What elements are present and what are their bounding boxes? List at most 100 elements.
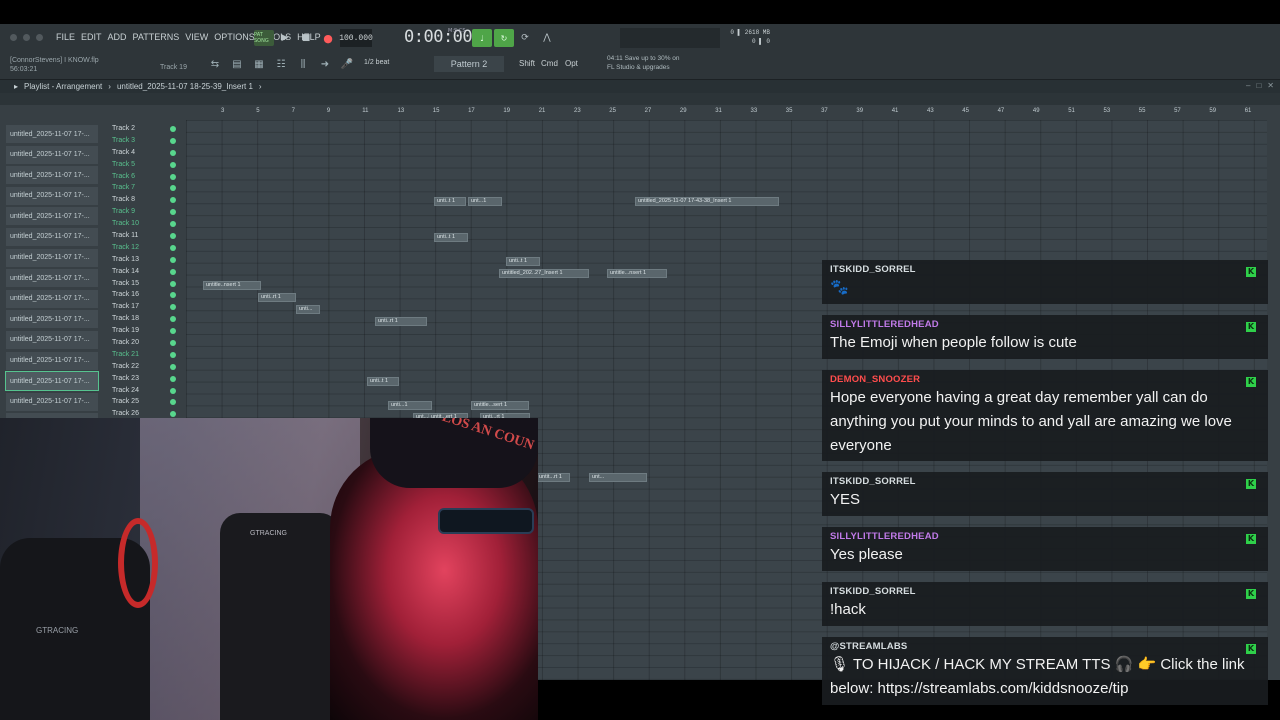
piano-roll-icon[interactable]: ▦	[250, 55, 268, 73]
track-mute-led[interactable]	[170, 149, 176, 156]
menu-view[interactable]: VIEW	[185, 32, 208, 42]
metronome-icon[interactable]: ♩	[472, 29, 492, 47]
track-header[interactable]: Track 11	[112, 230, 184, 242]
track-header[interactable]: Track 16	[112, 289, 184, 301]
track-header[interactable]: Track 8	[112, 194, 184, 206]
track-mute-led[interactable]	[170, 173, 176, 180]
track-mute-led[interactable]	[170, 244, 176, 251]
pattern-clip[interactable]: unti...1	[388, 401, 432, 410]
mixer-icon[interactable]: ⫼	[294, 55, 312, 73]
wait-input-icon[interactable]: ↻	[494, 29, 514, 47]
countdown-icon[interactable]: ⟳	[516, 30, 534, 46]
record-button[interactable]: ●	[320, 30, 336, 46]
track-mute-led[interactable]	[170, 256, 176, 263]
pattern-clip[interactable]: untitled_202..27_Insert 1	[499, 269, 589, 278]
track-mute-led[interactable]	[170, 292, 176, 299]
arrangement-name[interactable]: untitled_2025-11-07 18-25-39_Insert 1	[117, 82, 253, 91]
track-header[interactable]: Track 14	[112, 266, 184, 278]
pattern-clip[interactable]: unti..t 1	[434, 197, 466, 206]
menu-file[interactable]: FILE	[56, 32, 75, 42]
pattern-item[interactable]: untitled_2025-11-07 17-...	[6, 269, 98, 288]
track-header[interactable]: Track 13	[112, 254, 184, 266]
channel-rack-icon[interactable]: ☷	[272, 55, 290, 73]
mic-icon[interactable]: 🎤	[338, 55, 356, 73]
close-icon[interactable]: ✕	[1267, 81, 1274, 90]
pattern-item[interactable]: untitled_2025-11-07 17-...	[6, 330, 98, 349]
track-header[interactable]: Track 17	[112, 301, 184, 313]
pattern-clip[interactable]: unti...	[296, 305, 320, 314]
pattern-clip[interactable]: untitled_2025-11-07 17-43-38_Insert 1	[635, 197, 779, 206]
track-header[interactable]: Track 6	[112, 171, 184, 183]
playlist-icon[interactable]: ▤	[228, 55, 246, 73]
track-mute-led[interactable]	[170, 363, 176, 370]
track-header[interactable]: Track 9	[112, 206, 184, 218]
minimize-icon[interactable]: –	[1246, 81, 1250, 90]
track-mute-led[interactable]	[170, 340, 176, 347]
stop-button[interactable]: ■	[298, 30, 314, 46]
pattern-clip[interactable]: unt...	[589, 473, 647, 482]
track-header[interactable]: Track 7	[112, 182, 184, 194]
track-header[interactable]: Track 5	[112, 159, 184, 171]
track-header[interactable]: Track 3	[112, 135, 184, 147]
promo-news[interactable]: 04:11 Save up to 30% on FL Studio & upgr…	[607, 54, 680, 72]
menu-options[interactable]: OPTIONS	[214, 32, 255, 42]
pattern-clip[interactable]: unti..rt 1	[258, 293, 296, 302]
track-mute-led[interactable]	[170, 399, 176, 406]
pattern-item[interactable]: untitled_2025-11-07 17-...	[6, 186, 98, 205]
pattern-item[interactable]: untitled_2025-11-07 17-...	[6, 392, 98, 411]
pattern-item[interactable]: untitled_2025-11-07 17-...	[6, 289, 98, 308]
track-header[interactable]: Track 21	[112, 349, 184, 361]
track-mute-led[interactable]	[170, 387, 176, 394]
tempo-display[interactable]: 100.000	[339, 29, 373, 47]
track-mute-led[interactable]	[170, 280, 176, 287]
track-header[interactable]: Track 25	[112, 396, 184, 408]
pattern-clip[interactable]: unti..t 1	[506, 257, 540, 266]
track-header[interactable]: Track 24	[112, 385, 184, 397]
track-header[interactable]: Track 12	[112, 242, 184, 254]
pattern-item[interactable]: untitled_2025-11-07 17-...	[6, 310, 98, 329]
recent-files-icon[interactable]: ⇆	[206, 55, 224, 73]
playlist-arrow-icon[interactable]: ▸	[14, 82, 18, 91]
track-header[interactable]: Track 23	[112, 373, 184, 385]
track-mute-led[interactable]	[170, 375, 176, 382]
pattern-clip[interactable]: unti..t 1	[367, 377, 399, 386]
pattern-clip[interactable]: untitle..nsert 1	[203, 281, 261, 290]
track-header[interactable]: Track 22	[112, 361, 184, 373]
track-mute-led[interactable]	[170, 411, 176, 418]
pattern-item[interactable]: untitled_2025-11-07 17-...	[5, 371, 99, 392]
track-mute-led[interactable]	[170, 221, 176, 228]
pattern-clip[interactable]: untitle...sert 1	[471, 401, 529, 410]
pattern-clip[interactable]: unti..t 1	[434, 233, 468, 242]
track-mute-led[interactable]	[170, 197, 176, 204]
pattern-item[interactable]: untitled_2025-11-07 17-...	[6, 351, 98, 370]
track-mute-led[interactable]	[170, 304, 176, 311]
pattern-item[interactable]: untitled_2025-11-07 17-...	[6, 125, 98, 143]
track-mute-led[interactable]	[170, 328, 176, 335]
play-button[interactable]: ▶	[277, 30, 293, 46]
pattern-item[interactable]: untitled_2025-11-07 17-...	[6, 166, 98, 185]
pattern-item[interactable]: untitled_2025-11-07 17-...	[6, 227, 98, 246]
pattern-item[interactable]: untitled_2025-11-07 17-...	[6, 207, 98, 226]
blend-icon[interactable]: ⋀	[538, 30, 556, 46]
track-mute-led[interactable]	[170, 126, 176, 132]
pattern-selector[interactable]: Pattern 2	[434, 56, 504, 72]
cmd-button[interactable]: Cmd	[541, 59, 558, 68]
shift-button[interactable]: Shift	[519, 59, 535, 68]
browser-icon[interactable]: ➜	[316, 55, 334, 73]
pattern-clip[interactable]: unti..rt 1	[375, 317, 427, 326]
snap-selector[interactable]: 1/2 beat	[364, 59, 389, 66]
track-mute-led[interactable]	[170, 209, 176, 216]
pattern-clip[interactable]: untitle...nsert 1	[607, 269, 667, 278]
track-header[interactable]: Track 15	[112, 278, 184, 290]
pattern-item[interactable]: untitled_2025-11-07 17-...	[6, 248, 98, 267]
pattern-clip[interactable]: untit...rt 1	[536, 473, 570, 482]
track-mute-led[interactable]	[170, 316, 176, 323]
timeline-ruler[interactable]: 3 5 7 9 11 13 15 17 19 21 23 25 27 29 31 33 35 37 39 41 43 45…	[186, 108, 1266, 118]
track-header[interactable]: Track 19	[112, 325, 184, 337]
track-mute-led[interactable]	[170, 161, 176, 168]
opt-button[interactable]: Opt	[565, 59, 578, 68]
track-header[interactable]: Track 10	[112, 218, 184, 230]
track-mute-led[interactable]	[170, 351, 176, 358]
pattern-item[interactable]: untitled_2025-11-07 17-...	[6, 145, 98, 164]
window-controls[interactable]	[10, 34, 43, 41]
